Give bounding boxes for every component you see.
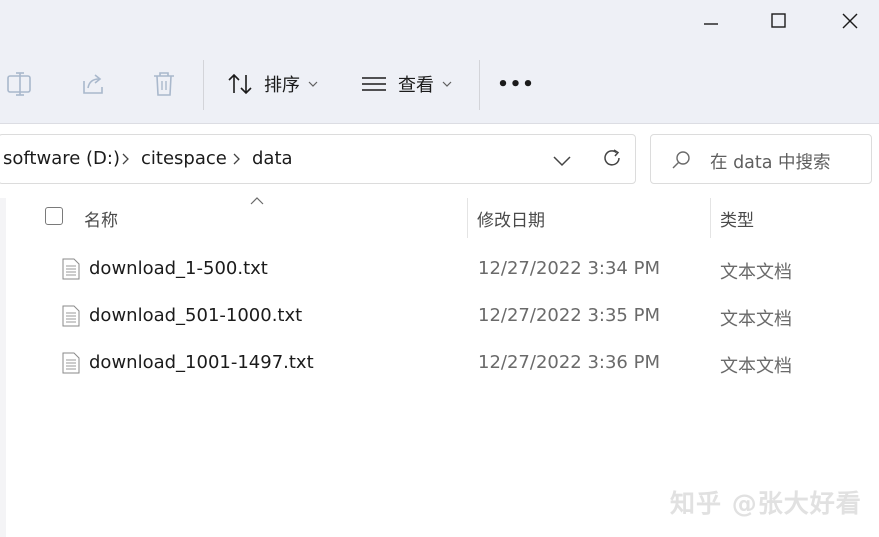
address-history-dropdown[interactable] — [552, 152, 572, 171]
sort-ascending-icon — [250, 197, 264, 205]
refresh-button[interactable] — [601, 147, 623, 173]
more-options-button[interactable]: ••• — [496, 64, 536, 104]
file-row[interactable]: download_1001-1497.txt 12/27/2022 3:36 P… — [0, 340, 879, 386]
toolbar-separator — [203, 60, 204, 110]
view-label: 查看 — [398, 75, 434, 96]
more-icon: ••• — [497, 73, 535, 95]
text-file-icon — [62, 258, 80, 280]
sort-button[interactable]: 排序 — [226, 64, 318, 104]
text-file-icon — [62, 305, 80, 327]
refresh-icon — [604, 149, 620, 166]
breadcrumb-item-drive[interactable]: software (D:) — [3, 148, 120, 169]
file-modified: 12/27/2022 3:36 PM — [478, 352, 660, 373]
file-type: 文本文档 — [720, 356, 792, 377]
minimize-icon — [704, 23, 718, 25]
file-name: download_501-1000.txt — [89, 305, 303, 326]
share-icon — [83, 74, 103, 94]
file-row[interactable]: download_1-500.txt 12/27/2022 3:34 PM 文本… — [0, 246, 879, 292]
text-file-icon — [62, 352, 80, 374]
column-header-modified[interactable]: 修改日期 — [477, 206, 545, 231]
chevron-down-icon — [442, 81, 452, 87]
file-row[interactable]: download_501-1000.txt 12/27/2022 3:35 PM… — [0, 293, 879, 339]
chevron-right-icon — [122, 153, 129, 165]
close-icon — [842, 13, 858, 29]
command-bar — [0, 0, 879, 123]
rename-button[interactable] — [4, 64, 36, 104]
file-type: 文本文档 — [720, 309, 792, 330]
column-divider[interactable] — [467, 198, 468, 238]
breadcrumb-item-data[interactable]: data — [252, 148, 293, 169]
file-modified: 12/27/2022 3:34 PM — [478, 258, 660, 279]
file-name: download_1001-1497.txt — [89, 352, 314, 373]
share-button[interactable] — [77, 64, 109, 104]
chevron-down-icon — [553, 156, 571, 167]
breadcrumb-item-citespace[interactable]: citespace — [141, 148, 227, 169]
column-header-name[interactable]: 名称 — [84, 206, 118, 231]
list-view-icon — [362, 77, 386, 91]
file-modified: 12/27/2022 3:35 PM — [478, 305, 660, 326]
select-all-checkbox[interactable] — [45, 207, 63, 225]
chevron-right-icon — [233, 153, 240, 165]
column-header-type[interactable]: 类型 — [720, 206, 754, 231]
view-button[interactable]: 查看 — [360, 64, 452, 104]
search-icon — [671, 150, 691, 174]
file-name: download_1-500.txt — [89, 258, 268, 279]
sort-label: 排序 — [264, 75, 300, 96]
close-button[interactable] — [827, 0, 873, 42]
maximize-icon — [771, 13, 786, 28]
rename-icon — [7, 72, 31, 96]
delete-icon — [154, 72, 174, 96]
toolbar-separator — [479, 60, 480, 110]
file-type: 文本文档 — [720, 262, 792, 283]
column-divider[interactable] — [710, 198, 711, 238]
minimize-button[interactable] — [688, 0, 734, 42]
delete-button[interactable] — [148, 64, 180, 104]
sort-icon — [228, 73, 252, 95]
search-placeholder: 在 data 中搜索 — [710, 153, 831, 173]
watermark-text: 知乎 @张大好看 — [670, 489, 862, 518]
maximize-button[interactable] — [756, 0, 802, 42]
chevron-down-icon — [308, 81, 318, 87]
